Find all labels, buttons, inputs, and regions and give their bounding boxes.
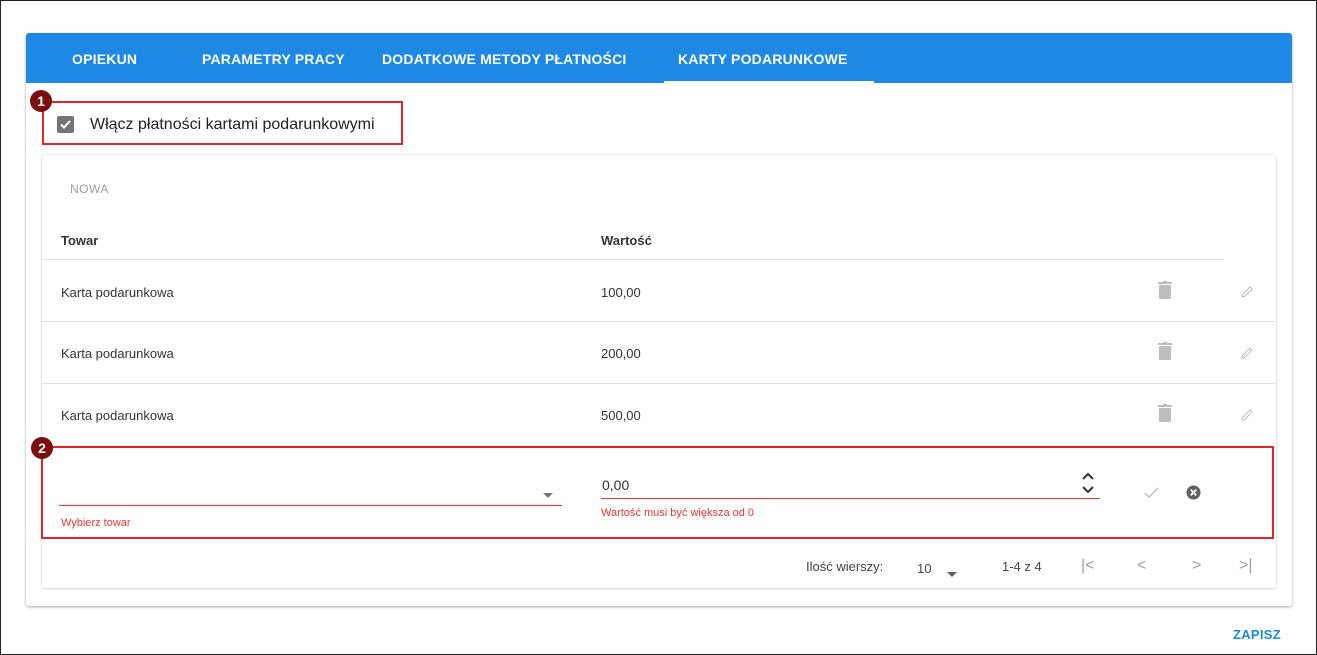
confirm-check-icon[interactable]	[1144, 486, 1159, 504]
annotation-badge-2: 2	[31, 437, 53, 459]
edit-icon[interactable]	[1240, 346, 1254, 365]
product-error: Wybierz towar	[61, 517, 131, 529]
chevron-down-icon[interactable]	[947, 565, 957, 583]
pagination-range: 1-4 z 4	[1002, 559, 1042, 574]
rows-per-page-select[interactable]: 10	[917, 561, 931, 576]
save-button[interactable]: ZAPISZ	[1233, 627, 1281, 642]
tab-dodatkowe-metody-platnosci[interactable]: DODATKOWE METODY PŁATNOŚCI	[382, 33, 627, 83]
product-select-value	[61, 481, 531, 499]
rows-per-page-label: Ilość wierszy:	[806, 559, 884, 574]
next-page-icon[interactable]: >	[1192, 557, 1201, 575]
product-select-underline	[59, 505, 562, 506]
tab-parametry-pracy[interactable]: PARAMETRY PRACY	[202, 33, 345, 83]
value-input[interactable]: 0,00	[602, 477, 629, 493]
chevron-down-icon	[543, 493, 553, 498]
tab-opiekun[interactable]: OPIEKUN	[72, 33, 137, 83]
value-input-underline	[601, 498, 1100, 499]
annotation-badge-1: 1	[30, 90, 52, 112]
enable-gift-cards-label: Włącz płatności kartami podarunkowymi	[90, 116, 375, 133]
edit-icon[interactable]	[1240, 285, 1254, 304]
cancel-icon[interactable]	[1186, 485, 1201, 505]
check-icon	[60, 120, 71, 129]
delete-icon[interactable]	[1158, 404, 1172, 427]
tab-karty-podarunkowe[interactable]: KARTY PODARUNKOWE	[678, 33, 848, 83]
row-1-product: Karta podarunkowa	[61, 285, 174, 300]
row-3-product: Karta podarunkowa	[61, 408, 174, 423]
row-divider	[42, 321, 1276, 322]
row-divider	[42, 383, 1276, 384]
previous-page-icon[interactable]: <	[1137, 557, 1146, 575]
product-select-dropdown[interactable]	[542, 487, 554, 505]
new-gift-card-button[interactable]: NOWA	[70, 182, 109, 196]
header-divider	[42, 259, 1224, 260]
row-3-value: 500,00	[601, 408, 641, 423]
last-page-icon[interactable]: >|	[1239, 557, 1253, 575]
enable-gift-cards-checkbox[interactable]	[57, 116, 74, 133]
row-2-value: 200,00	[601, 346, 641, 361]
column-header-value: Wartość	[601, 233, 652, 248]
column-header-product: Towar	[61, 233, 99, 248]
active-tab-indicator	[664, 81, 874, 83]
delete-icon[interactable]	[1158, 281, 1172, 304]
value-error: Wartość musi być większa od 0	[601, 507, 755, 519]
edit-icon[interactable]	[1240, 408, 1254, 427]
row-1-value: 100,00	[601, 285, 641, 300]
first-page-icon[interactable]: |<	[1081, 557, 1095, 575]
tab-bar: OPIEKUN PARAMETRY PRACY DODATKOWE METODY…	[26, 33, 1292, 83]
row-2-product: Karta podarunkowa	[61, 346, 174, 361]
delete-icon[interactable]	[1158, 342, 1172, 365]
